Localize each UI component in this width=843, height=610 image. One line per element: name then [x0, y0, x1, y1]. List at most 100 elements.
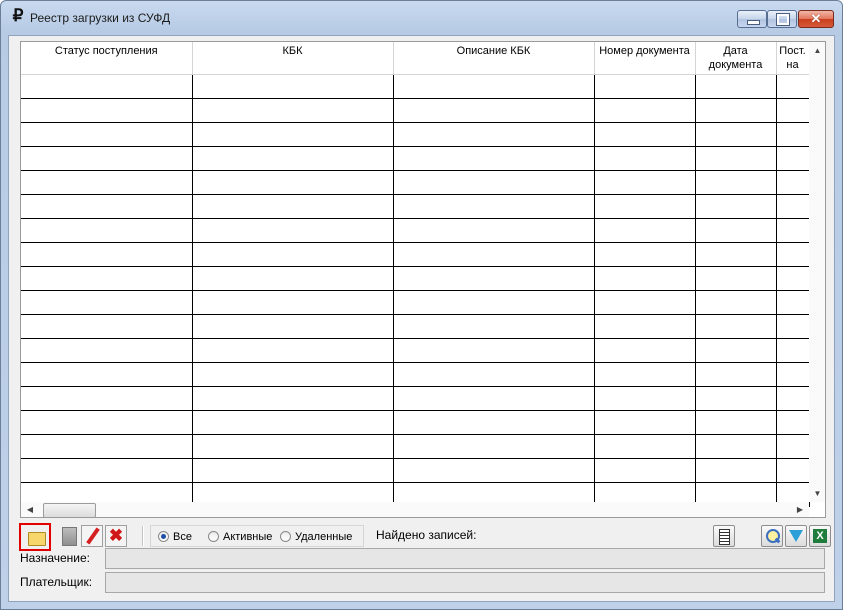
excel-export-button[interactable]: X: [809, 525, 831, 547]
table-cell[interactable]: [776, 362, 810, 387]
table-row[interactable]: [21, 362, 810, 387]
table-cell[interactable]: [192, 170, 394, 195]
table-cell[interactable]: [192, 74, 394, 99]
table-cell[interactable]: [393, 242, 595, 267]
table-cell[interactable]: [192, 146, 394, 171]
table-cell[interactable]: [776, 458, 810, 483]
table-cell[interactable]: [21, 242, 193, 267]
table-cell[interactable]: [393, 386, 595, 411]
table-row[interactable]: [21, 122, 810, 147]
table-cell[interactable]: [21, 266, 193, 291]
table-cell[interactable]: [695, 242, 777, 267]
column-header-status[interactable]: Статус поступления: [21, 42, 193, 75]
table-cell[interactable]: [695, 218, 777, 243]
table-cell[interactable]: [695, 194, 777, 219]
table-cell[interactable]: [393, 218, 595, 243]
table-row[interactable]: [21, 290, 810, 315]
table-cell[interactable]: [594, 170, 696, 195]
close-button[interactable]: ✕: [798, 10, 834, 28]
table-cell[interactable]: [21, 458, 193, 483]
table-cell[interactable]: [695, 434, 777, 459]
table-cell[interactable]: [192, 290, 394, 315]
table-cell[interactable]: [594, 410, 696, 435]
table-cell[interactable]: [21, 362, 193, 387]
table-cell[interactable]: [594, 194, 696, 219]
table-cell[interactable]: [776, 74, 810, 99]
table-cell[interactable]: [594, 146, 696, 171]
minimize-button[interactable]: [737, 10, 767, 28]
table-cell[interactable]: [695, 386, 777, 411]
title-bar[interactable]: ₽ Реестр загрузки из СУФД ✕: [1, 1, 842, 35]
table-cell[interactable]: [393, 74, 595, 99]
filter-button[interactable]: [785, 525, 807, 547]
purpose-field[interactable]: [105, 548, 825, 569]
table-cell[interactable]: [776, 122, 810, 147]
delete-button[interactable]: ✖: [105, 525, 127, 547]
table-cell[interactable]: [776, 194, 810, 219]
table-row[interactable]: [21, 98, 810, 123]
table-row[interactable]: [21, 458, 810, 483]
table-cell[interactable]: [192, 218, 394, 243]
table-cell[interactable]: [393, 458, 595, 483]
table-cell[interactable]: [21, 74, 193, 99]
scroll-left-icon[interactable]: ◀: [23, 502, 37, 517]
table-row[interactable]: [21, 170, 810, 195]
table-cell[interactable]: [393, 362, 595, 387]
table-cell[interactable]: [21, 98, 193, 123]
table-cell[interactable]: [21, 338, 193, 363]
table-cell[interactable]: [695, 122, 777, 147]
table-cell[interactable]: [21, 170, 193, 195]
table-cell[interactable]: [21, 314, 193, 339]
table-cell[interactable]: [695, 146, 777, 171]
table-row[interactable]: [21, 146, 810, 171]
table-cell[interactable]: [192, 266, 394, 291]
table-cell[interactable]: [21, 386, 193, 411]
table-cell[interactable]: [695, 74, 777, 99]
vertical-scrollbar[interactable]: ▲ ▼: [809, 42, 825, 502]
table-cell[interactable]: [776, 98, 810, 123]
table-cell[interactable]: [695, 458, 777, 483]
table-cell[interactable]: [594, 338, 696, 363]
table-cell[interactable]: [21, 146, 193, 171]
table-cell[interactable]: [21, 194, 193, 219]
table-cell[interactable]: [594, 266, 696, 291]
table-row[interactable]: [21, 410, 810, 435]
table-cell[interactable]: [695, 98, 777, 123]
table-row[interactable]: [21, 194, 810, 219]
table-cell[interactable]: [192, 386, 394, 411]
table-row[interactable]: [21, 218, 810, 243]
scroll-right-icon[interactable]: ▶: [793, 502, 807, 517]
table-cell[interactable]: [393, 290, 595, 315]
scroll-up-icon[interactable]: ▲: [809, 42, 825, 59]
table-cell[interactable]: [594, 98, 696, 123]
records-grid[interactable]: Статус поступления КБК Описание КБК Номе…: [20, 41, 826, 518]
table-cell[interactable]: [594, 122, 696, 147]
table-cell[interactable]: [776, 314, 810, 339]
table-cell[interactable]: [192, 434, 394, 459]
table-cell[interactable]: [695, 338, 777, 363]
table-cell[interactable]: [695, 314, 777, 339]
table-cell[interactable]: [776, 266, 810, 291]
column-header-kbk-description[interactable]: Описание КБК: [393, 42, 595, 75]
table-row[interactable]: [21, 314, 810, 339]
table-cell[interactable]: [776, 146, 810, 171]
columns-button[interactable]: [713, 525, 735, 547]
table-cell[interactable]: [393, 194, 595, 219]
table-cell[interactable]: [21, 290, 193, 315]
table-cell[interactable]: [393, 170, 595, 195]
horizontal-scroll-thumb[interactable]: [43, 503, 96, 517]
search-button[interactable]: [761, 525, 783, 547]
table-cell[interactable]: [192, 338, 394, 363]
table-cell[interactable]: [192, 122, 394, 147]
table-cell[interactable]: [776, 218, 810, 243]
table-cell[interactable]: [776, 242, 810, 267]
table-cell[interactable]: [21, 410, 193, 435]
edit-button[interactable]: [81, 525, 103, 547]
table-cell[interactable]: [393, 434, 595, 459]
table-cell[interactable]: [192, 362, 394, 387]
stop-button[interactable]: [58, 525, 80, 547]
column-header-posted[interactable]: Пост. на: [776, 42, 810, 75]
table-cell[interactable]: [192, 194, 394, 219]
table-cell[interactable]: [21, 434, 193, 459]
table-cell[interactable]: [393, 122, 595, 147]
